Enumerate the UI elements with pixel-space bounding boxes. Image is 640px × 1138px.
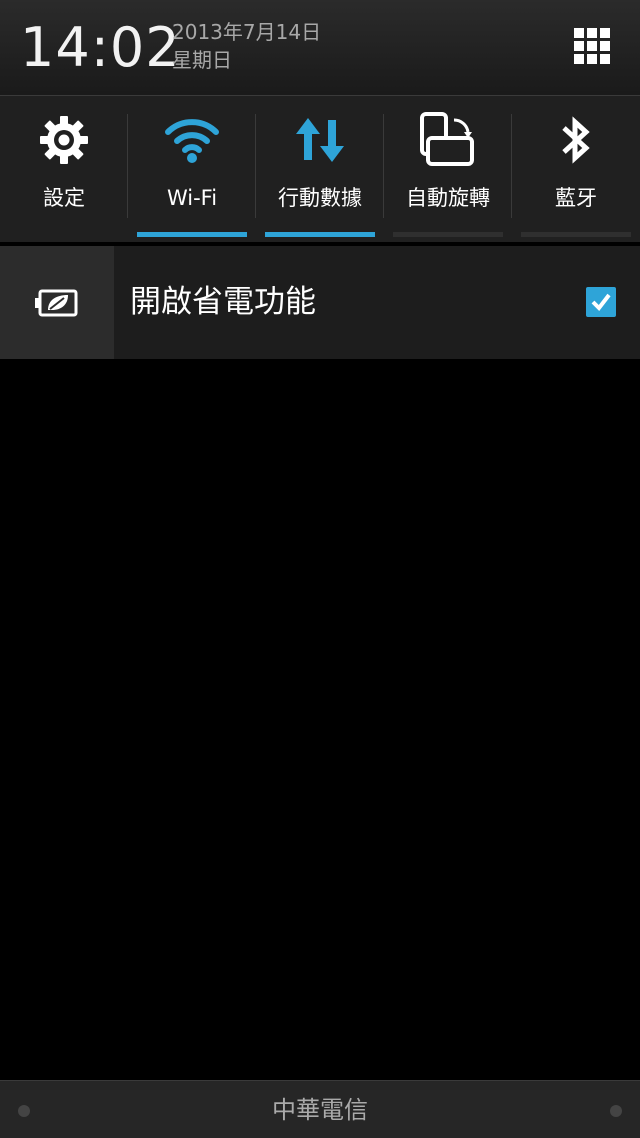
weekday-text: 星期日 (172, 48, 232, 72)
auto-rotate-icon (384, 112, 512, 168)
wifi-icon (128, 112, 256, 168)
settings-gear-icon (0, 112, 128, 168)
carrier-name: 中華電信 (272, 1096, 368, 1124)
power-saver-row[interactable]: 開啟省電功能 (0, 246, 640, 359)
toggle-auto-rotate-label: 自動旋轉 (406, 186, 490, 210)
power-saver-label: 開啟省電功能 (130, 284, 316, 320)
bluetooth-icon (512, 112, 640, 168)
date-block: 2013年7月14日 星期日 (172, 18, 321, 74)
toggle-wifi-label: Wi-Fi (166, 186, 218, 210)
quick-settings-toggles: 設定 Wi-Fi 行動數據 自動旋轉 藍牙 (0, 96, 640, 242)
clock-time: 14:02 (20, 16, 181, 79)
app-grid-icon[interactable] (574, 28, 610, 64)
bluetooth-indicator (521, 232, 631, 237)
toggle-mobile-data[interactable]: 行動數據 (256, 96, 384, 242)
toggle-settings[interactable]: 設定 (0, 96, 128, 242)
toggle-auto-rotate[interactable]: 自動旋轉 (384, 96, 512, 242)
mobile-data-active-indicator (265, 232, 375, 237)
mobile-data-icon (256, 112, 384, 168)
toggle-bluetooth[interactable]: 藍牙 (512, 96, 640, 242)
power-saver-checkbox[interactable] (586, 287, 616, 317)
toggle-bluetooth-label: 藍牙 (555, 186, 597, 210)
toggle-wifi[interactable]: Wi-Fi (128, 96, 256, 242)
battery-leaf-icon (0, 246, 114, 359)
right-handle-dot (610, 1105, 622, 1117)
auto-rotate-indicator (393, 232, 503, 237)
carrier-footer: 中華電信 (0, 1080, 640, 1138)
notification-header: 14:02 2013年7月14日 星期日 (0, 0, 640, 96)
toggle-mobile-data-label: 行動數據 (278, 186, 362, 210)
wifi-active-indicator (137, 232, 247, 237)
date-text: 2013年7月14日 (172, 20, 322, 44)
toggle-settings-label: 設定 (43, 186, 85, 210)
checkmark-icon (591, 293, 611, 312)
